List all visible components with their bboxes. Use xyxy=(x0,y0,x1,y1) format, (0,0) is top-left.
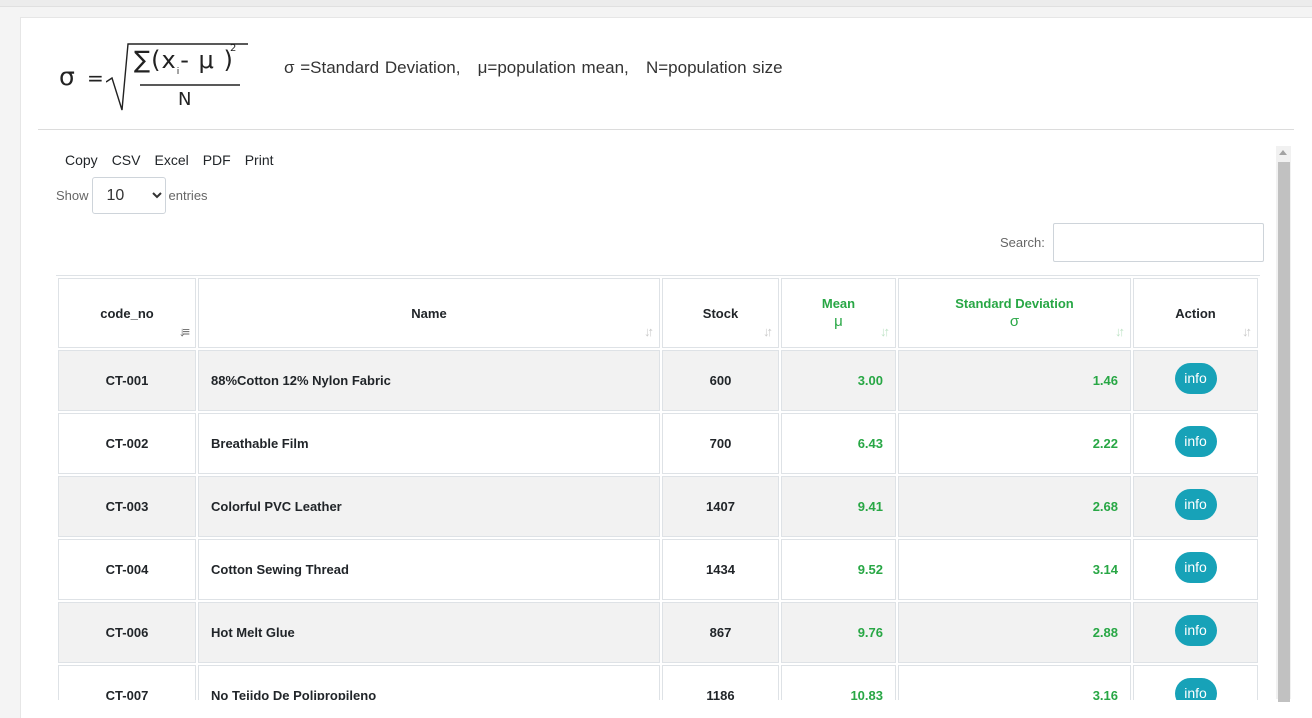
cell-name: 88%Cotton 12% Nylon Fabric xyxy=(198,350,660,411)
cell-stock: 1407 xyxy=(662,476,779,537)
header-name[interactable]: Name ↓↑ xyxy=(198,278,660,348)
top-strip xyxy=(0,0,1312,7)
header-label: Name xyxy=(411,305,447,321)
table-row: CT-007 No Tejido De Polipropileno 1186 1… xyxy=(58,665,1258,700)
cell-action: info xyxy=(1133,539,1258,600)
sort-icon[interactable]: ↓↑ xyxy=(644,324,654,339)
print-button[interactable]: Print xyxy=(238,151,281,169)
search-label: Search: xyxy=(1000,235,1045,250)
sort-icon[interactable]: ↓↑ xyxy=(763,324,773,339)
cell-sd: 1.46 xyxy=(898,350,1131,411)
show-label: Show xyxy=(56,188,89,203)
cell-code: CT-006 xyxy=(58,602,196,663)
sort-icon[interactable]: ↓↑ xyxy=(880,324,890,339)
header-mean[interactable]: Mean μ ↓↑ xyxy=(781,278,896,348)
entries-select[interactable]: 10 xyxy=(91,177,166,214)
header-label: Action xyxy=(1175,305,1216,321)
info-button[interactable]: info xyxy=(1174,489,1217,520)
table-header-row: code_no ↓≡ Name ↓↑ Stock ↓↑ Mean μ ↓↑ St… xyxy=(58,278,1258,348)
cell-mean: 9.76 xyxy=(781,602,896,663)
table-search: Search: xyxy=(1000,223,1264,262)
info-button[interactable]: info xyxy=(1174,426,1217,457)
section-divider xyxy=(38,129,1294,130)
data-table: code_no ↓≡ Name ↓↑ Stock ↓↑ Mean μ ↓↑ St… xyxy=(56,276,1260,700)
sort-icon[interactable]: ↓↑ xyxy=(1242,324,1252,339)
table-row: CT-003 Colorful PVC Leather 1407 9.41 2.… xyxy=(58,476,1258,537)
data-table-container: code_no ↓≡ Name ↓↑ Stock ↓↑ Mean μ ↓↑ St… xyxy=(56,275,1260,700)
cell-mean: 6.43 xyxy=(781,413,896,474)
search-input[interactable] xyxy=(1052,223,1264,262)
cell-name: Colorful PVC Leather xyxy=(198,476,660,537)
header-label: Stock xyxy=(702,305,739,321)
cell-code: CT-001 xyxy=(58,350,196,411)
cell-action: info xyxy=(1133,413,1258,474)
header-label: code_no xyxy=(100,305,154,321)
cell-name: Hot Melt Glue xyxy=(198,602,660,663)
std-dev-formula: σ = ∑(xi- μ ) 2 N xyxy=(38,34,258,120)
info-button[interactable]: info xyxy=(1174,552,1217,583)
cell-stock: 600 xyxy=(662,350,779,411)
cell-sd: 2.88 xyxy=(898,602,1131,663)
pdf-button[interactable]: PDF xyxy=(196,151,238,169)
cell-mean: 3.00 xyxy=(781,350,896,411)
cell-stock: 867 xyxy=(662,602,779,663)
copy-button[interactable]: Copy xyxy=(58,151,105,169)
sort-icon[interactable]: ↓↑ xyxy=(1115,324,1125,339)
header-action[interactable]: Action ↓↑ xyxy=(1133,278,1258,348)
header-code-no[interactable]: code_no ↓≡ xyxy=(58,278,196,348)
header-symbol: σ xyxy=(1009,313,1020,330)
header-symbol: μ xyxy=(834,313,843,330)
header-label: Standard Deviation xyxy=(955,296,1074,311)
csv-button[interactable]: CSV xyxy=(105,151,148,169)
entries-label: entries xyxy=(168,188,208,203)
cell-code: CT-007 xyxy=(58,665,196,700)
formula-denominator: N xyxy=(178,89,192,110)
excel-button[interactable]: Excel xyxy=(147,151,195,169)
cell-action: info xyxy=(1133,350,1258,411)
sort-asc-icon[interactable]: ↓≡ xyxy=(179,324,190,339)
cell-action: info xyxy=(1133,665,1258,700)
cell-stock: 1434 xyxy=(662,539,779,600)
cell-sd: 2.22 xyxy=(898,413,1131,474)
info-button[interactable]: info xyxy=(1174,678,1217,700)
cell-stock: 700 xyxy=(662,413,779,474)
scroll-up-arrow-icon[interactable] xyxy=(1279,150,1287,155)
cell-sd: 2.68 xyxy=(898,476,1131,537)
entries-length-control: Show 10 entries xyxy=(56,177,208,214)
cell-name: Cotton Sewing Thread xyxy=(198,539,660,600)
cell-mean: 10.83 xyxy=(781,665,896,700)
table-row: CT-006 Hot Melt Glue 867 9.76 2.88 info xyxy=(58,602,1258,663)
scroll-thumb[interactable] xyxy=(1278,162,1290,702)
header-stock[interactable]: Stock ↓↑ xyxy=(662,278,779,348)
cell-name: No Tejido De Polipropileno xyxy=(198,665,660,700)
cell-code: CT-002 xyxy=(58,413,196,474)
table-row: CT-004 Cotton Sewing Thread 1434 9.52 3.… xyxy=(58,539,1258,600)
cell-stock: 1186 xyxy=(662,665,779,700)
cell-code: CT-004 xyxy=(58,539,196,600)
vertical-scrollbar[interactable] xyxy=(1276,146,1291,702)
cell-action: info xyxy=(1133,476,1258,537)
info-button[interactable]: info xyxy=(1174,615,1217,646)
formula-legend: σ =Standard Deviation, μ=population mean… xyxy=(284,58,783,77)
cell-code: CT-003 xyxy=(58,476,196,537)
cell-sd: 3.14 xyxy=(898,539,1131,600)
table-row: CT-002 Breathable Film 700 6.43 2.22 inf… xyxy=(58,413,1258,474)
table-row: CT-001 88%Cotton 12% Nylon Fabric 600 3.… xyxy=(58,350,1258,411)
formula-numerator: ∑(xi- μ ) xyxy=(134,46,234,77)
cell-action: info xyxy=(1133,602,1258,663)
cell-mean: 9.41 xyxy=(781,476,896,537)
cell-name: Breathable Film xyxy=(198,413,660,474)
cell-sd: 3.16 xyxy=(898,665,1131,700)
formula-equals: = xyxy=(87,66,104,90)
info-button[interactable]: info xyxy=(1174,363,1217,394)
cell-mean: 9.52 xyxy=(781,539,896,600)
formula-sigma: σ xyxy=(59,62,75,91)
export-buttons: Copy CSV Excel PDF Print xyxy=(58,151,281,169)
formula-power: 2 xyxy=(230,43,237,54)
header-label: Mean xyxy=(821,296,856,311)
header-standard-deviation[interactable]: Standard Deviation σ ↓↑ xyxy=(898,278,1131,348)
